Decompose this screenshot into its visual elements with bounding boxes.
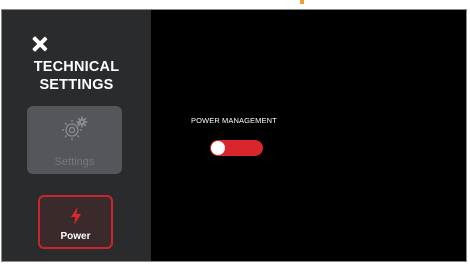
sidebar-item-label: Power — [60, 231, 91, 242]
top-edge-marker — [300, 0, 304, 4]
toggle-knob[interactable] — [211, 141, 225, 155]
close-icon[interactable] — [32, 36, 48, 52]
title-line-2: SETTINGS — [39, 77, 114, 93]
power-management-label: POWER MANAGEMENT — [191, 116, 277, 125]
sidebar-item-power[interactable]: Power — [38, 195, 113, 249]
gear-icon — [62, 116, 88, 140]
sidebar-item-label: Settings — [54, 156, 95, 168]
lightning-bolt-icon — [71, 207, 81, 225]
title-line-1: TECHNICAL — [33, 59, 120, 75]
power-management-toggle[interactable] — [210, 140, 263, 156]
sidebar: TECHNICAL SETTINGS Settings Power — [2, 10, 151, 261]
app-window: TECHNICAL SETTINGS Settings Power POWER … — [1, 9, 467, 262]
page-title: TECHNICAL SETTINGS — [2, 58, 151, 94]
sidebar-item-settings[interactable]: Settings — [27, 106, 122, 174]
